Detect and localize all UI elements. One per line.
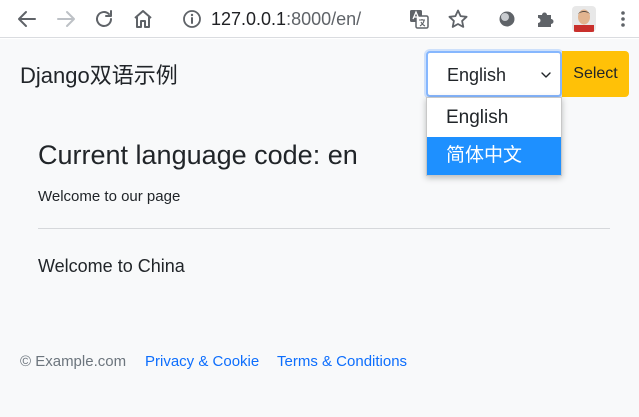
language-option-simplified-chinese[interactable]: 简体中文 (427, 137, 561, 175)
back-arrow-icon[interactable] (15, 7, 39, 31)
browser-toolbar: 127.0.0.1:8000/en/ (0, 0, 639, 38)
language-option-english[interactable]: English (427, 99, 561, 137)
page-title: Current language code: en (38, 140, 358, 170)
page-content: Django双语示例 English Select English 简体中文 C… (0, 39, 639, 417)
menu-dots-icon[interactable] (611, 7, 635, 31)
copyright-text: © Example.com (20, 353, 127, 370)
profile-avatar-image (572, 6, 596, 32)
reload-icon[interactable] (92, 7, 116, 31)
url-host: 127.0.0.1 (211, 9, 287, 29)
address-bar[interactable]: 127.0.0.1:8000/en/ (211, 8, 361, 30)
terms-link[interactable]: Terms & Conditions (277, 353, 407, 371)
home-icon[interactable] (131, 7, 155, 31)
language-select-value: English (447, 65, 507, 85)
divider (38, 228, 610, 229)
star-icon[interactable] (446, 7, 470, 31)
select-button[interactable]: Select (562, 51, 629, 97)
privacy-link[interactable]: Privacy & Cookie (145, 353, 259, 371)
puzzle-icon[interactable] (533, 7, 557, 31)
language-select[interactable]: English (426, 51, 562, 97)
info-icon[interactable] (180, 7, 204, 31)
site-brand[interactable]: Django双语示例 (20, 62, 178, 90)
translate-icon[interactable] (407, 7, 431, 31)
profile-avatar[interactable] (572, 6, 596, 32)
welcome-china-text: Welcome to China (38, 256, 185, 276)
url-path: :8000/en/ (286, 9, 362, 29)
language-dropdown: English 简体中文 (426, 97, 562, 176)
forward-arrow-icon[interactable] (54, 7, 78, 31)
welcome-text: Welcome to our page (38, 188, 181, 205)
extension-circle-icon[interactable] (495, 7, 519, 31)
chevron-down-icon (541, 72, 551, 78)
